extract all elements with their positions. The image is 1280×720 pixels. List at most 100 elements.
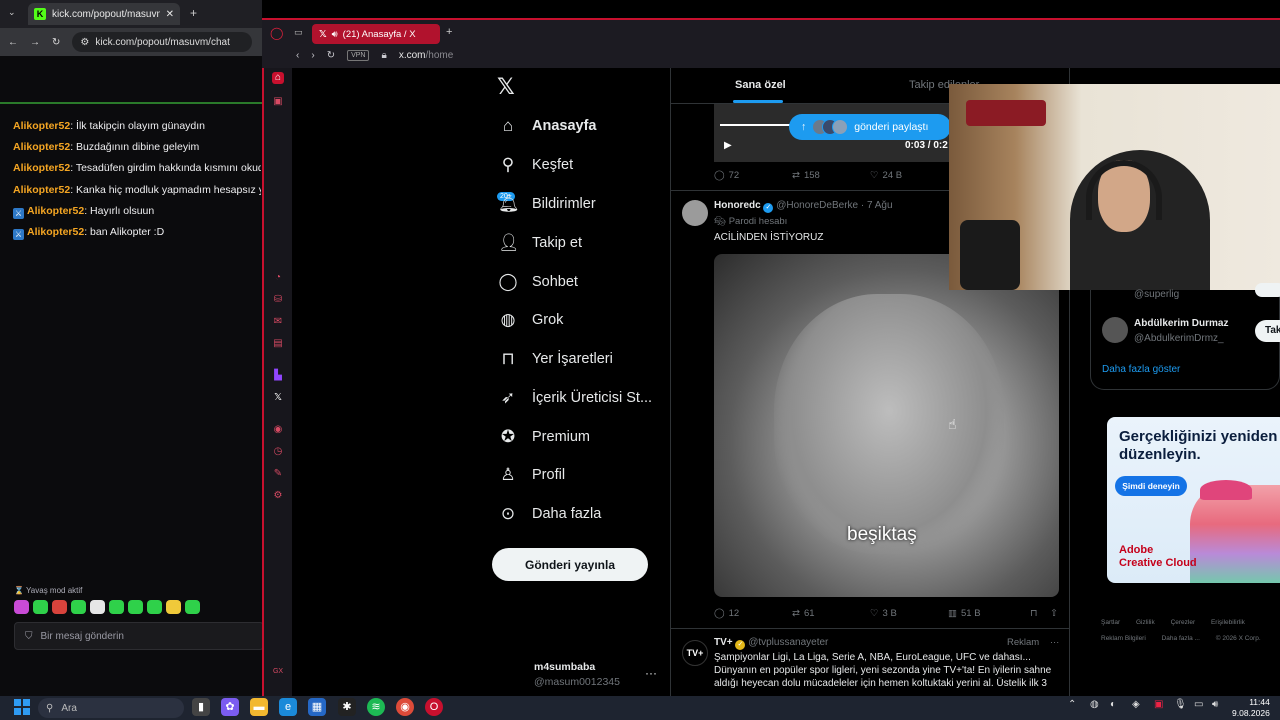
post-button[interactable]: Gönderi yayınla: [492, 548, 648, 581]
vpn-badge[interactable]: VPN: [347, 49, 370, 61]
emote-icon[interactable]: [71, 600, 86, 614]
nav-creator-studio[interactable]: ➶ İçerik Üreticisi St...: [498, 385, 652, 411]
tab-kick-chat[interactable]: K kick.com/popout/masuvm/chat ✕: [28, 3, 180, 25]
repost-button[interactable]: ⇄ 158: [792, 170, 870, 181]
back-icon[interactable]: ‹: [296, 50, 299, 61]
nav-grok[interactable]: ◍ Grok: [498, 307, 564, 333]
chat-username[interactable]: Alikopter52: [13, 184, 70, 196]
task-view-icon[interactable]: ▮: [192, 698, 210, 716]
messenger-icon[interactable]: ✉: [272, 316, 284, 328]
edge-icon[interactable]: e: [279, 698, 297, 716]
tray-app-icon[interactable]: ◈: [1132, 699, 1140, 710]
taskbar-search[interactable]: ⚲ Ara: [38, 698, 184, 718]
bookmark-icon[interactable]: ⊓: [1030, 608, 1050, 619]
footer-link[interactable]: Çerezler: [1171, 619, 1196, 626]
twitch-icon[interactable]: ▙: [272, 370, 284, 382]
copilot-icon[interactable]: ✿: [221, 698, 239, 716]
x-logo-icon[interactable]: 𝕏: [497, 74, 515, 100]
speaker-icon[interactable]: 🔊︎: [332, 29, 338, 40]
reload-icon[interactable]: ↻: [52, 37, 60, 48]
account-switcher[interactable]: m4sumbaba @masum0012345: [534, 661, 620, 688]
tray-app-icon[interactable]: ◍: [1090, 699, 1099, 710]
back-icon[interactable]: ←: [8, 37, 18, 48]
extensions-icon[interactable]: ✎: [272, 468, 284, 480]
more-options-icon[interactable]: ···: [645, 666, 657, 680]
emote-icon[interactable]: [109, 600, 124, 614]
tweet-handle[interactable]: @tvplussanayeter: [748, 637, 828, 648]
tab-for-you[interactable]: Sana özel: [735, 79, 786, 91]
system-clock[interactable]: 11:44 9.08.2026: [1232, 697, 1270, 719]
opera-logo-icon[interactable]: ◯: [270, 26, 283, 40]
settings-icon[interactable]: ⚙: [272, 490, 284, 502]
nav-more[interactable]: ⊙ Daha fazla: [498, 501, 601, 527]
url-field[interactable]: ⚙ kick.com/popout/masuvm/chat: [72, 32, 253, 52]
suggested-handle[interactable]: @AbdulkerimDrmz_: [1134, 333, 1224, 344]
app-icon[interactable]: ✱: [338, 698, 356, 716]
nav-follow[interactable]: 👤︎ Takip et: [498, 230, 582, 256]
player-icon[interactable]: ▤: [272, 338, 284, 350]
close-icon[interactable]: ✕: [166, 9, 174, 20]
emote-icon[interactable]: [14, 600, 29, 614]
emote-icon[interactable]: [90, 600, 105, 614]
x-sidebar-icon[interactable]: 𝕏: [272, 392, 284, 404]
new-tab-icon[interactable]: +: [190, 6, 197, 20]
forward-icon[interactable]: →: [30, 37, 40, 48]
reload-icon[interactable]: ↻: [327, 50, 335, 61]
start-button[interactable]: [14, 699, 30, 715]
steam-icon[interactable]: ◐: [1110, 699, 1116, 710]
emote-icon[interactable]: [128, 600, 143, 614]
like-button[interactable]: ♡ 24 B: [870, 170, 902, 181]
ad-cta-button[interactable]: Şimdi deneyin: [1115, 476, 1187, 496]
nav-profile[interactable]: ♙ Profil: [498, 462, 565, 488]
avatar[interactable]: [682, 200, 708, 226]
new-tab-icon[interactable]: +: [446, 26, 452, 38]
repost-button[interactable]: ⇄ 61: [792, 608, 870, 619]
tweet-handle[interactable]: @HonoreDeBerke · 7 Ağu: [776, 200, 892, 211]
chrome-icon[interactable]: ◉: [396, 698, 414, 716]
site-info-icon[interactable]: ⚙: [80, 37, 89, 48]
avatar[interactable]: TV+: [682, 640, 708, 666]
share-icon[interactable]: ⇧: [1050, 608, 1058, 619]
network-icon[interactable]: ▭: [1194, 699, 1203, 710]
footer-link[interactable]: Daha fazla ...: [1162, 635, 1200, 642]
emote-icon[interactable]: [147, 600, 162, 614]
nav-chat[interactable]: ◯ Sohbet: [498, 269, 577, 295]
new-posts-pill[interactable]: ↑ gönderi paylaştı: [789, 114, 951, 140]
follow-button[interactable]: Tak: [1255, 320, 1280, 342]
footer-link[interactable]: Reklam Bilgileri: [1101, 635, 1146, 642]
emote-icon[interactable]: [185, 600, 200, 614]
emote-icon[interactable]: [166, 600, 181, 614]
reply-button[interactable]: ◯ 12: [714, 608, 792, 619]
emote-icon[interactable]: [33, 600, 48, 614]
url-field[interactable]: x.com/home: [399, 50, 453, 61]
spotify-icon[interactable]: ≋: [367, 698, 385, 716]
more-options-icon[interactable]: ···: [1050, 637, 1060, 648]
views-button[interactable]: ▥ 51 B: [948, 608, 1030, 619]
show-more-link[interactable]: Daha fazla göster: [1102, 364, 1180, 375]
nav-notifications[interactable]: 🔔︎ Bildirimler: [498, 191, 596, 217]
nav-premium[interactable]: ✪ Premium: [498, 424, 590, 450]
store-icon[interactable]: ▦: [308, 698, 326, 716]
chat-username[interactable]: Alikopter52: [13, 120, 70, 132]
chat-username[interactable]: Alikopter52: [27, 205, 84, 217]
tweet-author[interactable]: Honoredc: [714, 200, 761, 211]
tray-chevron-icon[interactable]: ⌃: [1068, 699, 1076, 710]
footer-link[interactable]: Şartlar: [1101, 619, 1120, 626]
tab-islands-icon[interactable]: ▭: [294, 27, 303, 38]
chat-username[interactable]: Alikopter52: [13, 141, 70, 153]
home-icon[interactable]: ⌂: [272, 72, 284, 84]
chat-message-input[interactable]: ⛉ Bir mesaj gönderin: [14, 622, 264, 650]
tab-list-icon[interactable]: ⌄: [8, 7, 16, 18]
reply-button[interactable]: ◯ 72: [714, 170, 792, 181]
footer-link[interactable]: Erişilebilirlik: [1211, 619, 1245, 626]
nav-bookmarks[interactable]: ⊓ Yer İşaretleri: [498, 346, 613, 372]
play-icon[interactable]: ▶: [724, 140, 732, 151]
avatar[interactable]: [1102, 317, 1128, 343]
chat-username[interactable]: Alikopter52: [13, 162, 70, 174]
file-explorer-icon[interactable]: ▬: [250, 698, 268, 716]
microphone-icon[interactable]: 🎙︎: [1174, 699, 1187, 710]
like-button[interactable]: ♡ 3 B: [870, 608, 948, 619]
suggested-handle[interactable]: @superlig: [1134, 289, 1179, 300]
follow-button[interactable]: [1255, 283, 1280, 297]
aria-icon[interactable]: ◔: [272, 272, 284, 284]
